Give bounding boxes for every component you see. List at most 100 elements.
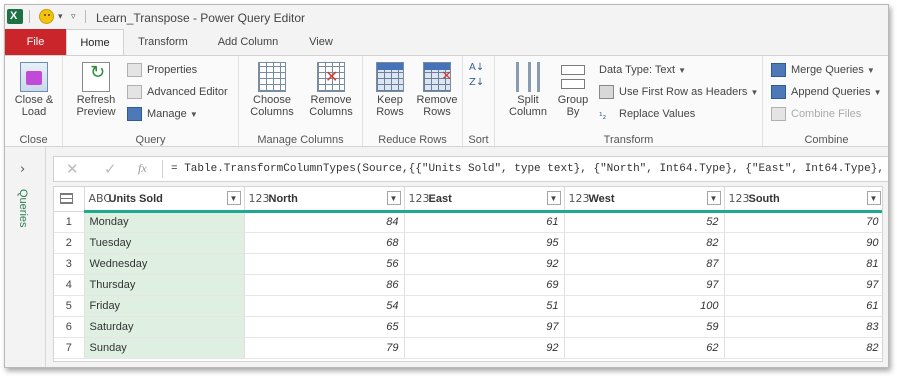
table-cell[interactable]: Saturday [84,316,245,338]
table-cell[interactable]: 92 [404,253,565,275]
table-cell[interactable]: Monday [84,211,245,233]
table-cell[interactable]: 56 [244,253,405,275]
number-type-icon[interactable]: 123 [409,192,430,205]
chevron-down-icon: ▼ [678,66,687,75]
table-cell[interactable]: 82 [564,232,725,254]
row-number[interactable]: 7 [54,337,85,359]
table-cell[interactable]: 95 [404,232,565,254]
customize-quick-access-icon[interactable]: ▿ [71,11,76,22]
group-label-combine: Combine [804,134,849,146]
table-cell[interactable]: 65 [244,316,405,338]
sort-button[interactable] [467,58,491,94]
chevron-down-icon[interactable]: ▾ [58,11,63,22]
filter-dropdown-icon[interactable]: ▼ [226,191,241,205]
number-type-icon[interactable]: 123 [249,192,270,205]
row-number[interactable]: 5 [54,295,85,317]
table-cell[interactable]: 82 [724,337,882,359]
tab-view[interactable]: View [297,29,345,56]
tab-home[interactable]: Home [66,29,124,56]
tab-add-column[interactable]: Add Column [207,29,289,56]
column-header-west[interactable]: 123 West ▼ [564,187,725,213]
properties-button[interactable]: Properties [127,60,197,80]
table-cell[interactable]: 83 [724,316,882,338]
row-number[interactable]: 3 [54,253,85,275]
row-number[interactable]: 6 [54,316,85,338]
use-first-row-headers-button[interactable]: Use First Row as Headers ▼ [599,82,758,102]
table-cell[interactable]: 100 [564,295,725,317]
table-cell[interactable]: 79 [244,337,405,359]
remove-columns-button[interactable]: Remove Columns [301,58,361,118]
manage-icon [127,107,142,121]
fx-icon[interactable]: fx [138,161,147,176]
filter-dropdown-icon[interactable]: ▼ [706,191,721,205]
row-number[interactable]: 1 [54,211,85,233]
data-type-dropdown[interactable]: Data Type: Text ▼ [599,60,686,80]
table-cell[interactable]: 84 [244,211,405,233]
row-number[interactable]: 2 [54,232,85,254]
filter-dropdown-icon[interactable]: ▼ [386,191,401,205]
table-cell[interactable]: 51 [404,295,565,317]
smiley-icon[interactable] [39,9,54,24]
tab-transform[interactable]: Transform [127,29,199,56]
chevron-down-icon: ▼ [750,88,759,97]
table-cell[interactable]: 90 [724,232,882,254]
table-cell[interactable]: 69 [404,274,565,296]
column-header-east[interactable]: 123 East ▼ [404,187,565,213]
advanced-editor-button[interactable]: Advanced Editor [127,82,228,102]
queries-pane-label[interactable]: Queries [17,189,29,228]
close-and-load-button[interactable]: Close & Load [7,58,61,118]
table-cell[interactable]: 52 [564,211,725,233]
number-type-icon[interactable]: 123 [729,192,750,205]
table-cell[interactable]: 97 [724,274,882,296]
table-menu-button[interactable] [54,187,85,212]
table-row: 7 Sunday 79 92 62 82 [54,337,882,359]
table-cell[interactable]: 97 [564,274,725,296]
column-header-units-sold[interactable]: ABC Units Sold ▼ [84,187,245,213]
row-number[interactable]: 4 [54,274,85,296]
table-cell[interactable]: 97 [404,316,565,338]
column-name: East [428,193,452,205]
table-cell[interactable]: 70 [724,211,882,233]
refresh-preview-button[interactable]: Refresh Preview [67,58,125,118]
table-cell[interactable]: Tuesday [84,232,245,254]
table-cell[interactable]: Sunday [84,337,245,359]
filter-dropdown-icon[interactable]: ▼ [546,191,561,205]
column-header-south[interactable]: 123 South ▼ [724,187,882,213]
manage-button[interactable]: Manage ▼ [127,104,198,124]
check-icon[interactable]: ✓ [104,160,117,178]
split-column-button[interactable]: Split Column [503,58,553,118]
column-name: Units Sold [108,193,163,205]
number-type-icon[interactable]: 123 [569,192,590,205]
table-cell[interactable]: 61 [724,295,882,317]
table-cell[interactable]: 61 [404,211,565,233]
combine-files-label: Combine Files [791,108,862,120]
table-cell[interactable]: 87 [564,253,725,275]
title-separator [85,10,86,23]
excel-icon[interactable]: X [7,9,23,24]
chevron-right-icon[interactable]: › [20,162,25,177]
append-queries-button[interactable]: Append Queries ▼ [771,82,881,102]
table-cell[interactable]: 86 [244,274,405,296]
table-cell[interactable]: 68 [244,232,405,254]
filter-dropdown-icon[interactable]: ▼ [866,191,881,205]
table-cell[interactable]: Wednesday [84,253,245,275]
table-cell[interactable]: Thursday [84,274,245,296]
remove-rows-button[interactable]: Remove Rows [413,58,461,118]
table-cell[interactable]: 59 [564,316,725,338]
keep-rows-button[interactable]: Keep Rows [367,58,413,118]
choose-columns-button[interactable]: Choose Columns [243,58,301,118]
merge-queries-button[interactable]: Merge Queries ▼ [771,60,875,80]
combine-files-button[interactable]: Combine Files [771,104,861,124]
table-cell[interactable]: 92 [404,337,565,359]
formula-input[interactable]: = Table.TransformColumnTypes(Source,{{"U… [171,163,884,175]
group-by-button[interactable]: Group By [553,58,593,118]
table-cell[interactable]: 54 [244,295,405,317]
column-name: South [748,193,780,205]
tab-file[interactable]: File [5,29,66,56]
table-cell[interactable]: 62 [564,337,725,359]
column-header-north[interactable]: 123 North ▼ [244,187,405,213]
table-cell[interactable]: Friday [84,295,245,317]
cancel-icon[interactable]: ✕ [66,160,79,178]
replace-values-button[interactable]: ¹₂ Replace Values [599,104,695,124]
table-cell[interactable]: 81 [724,253,882,275]
